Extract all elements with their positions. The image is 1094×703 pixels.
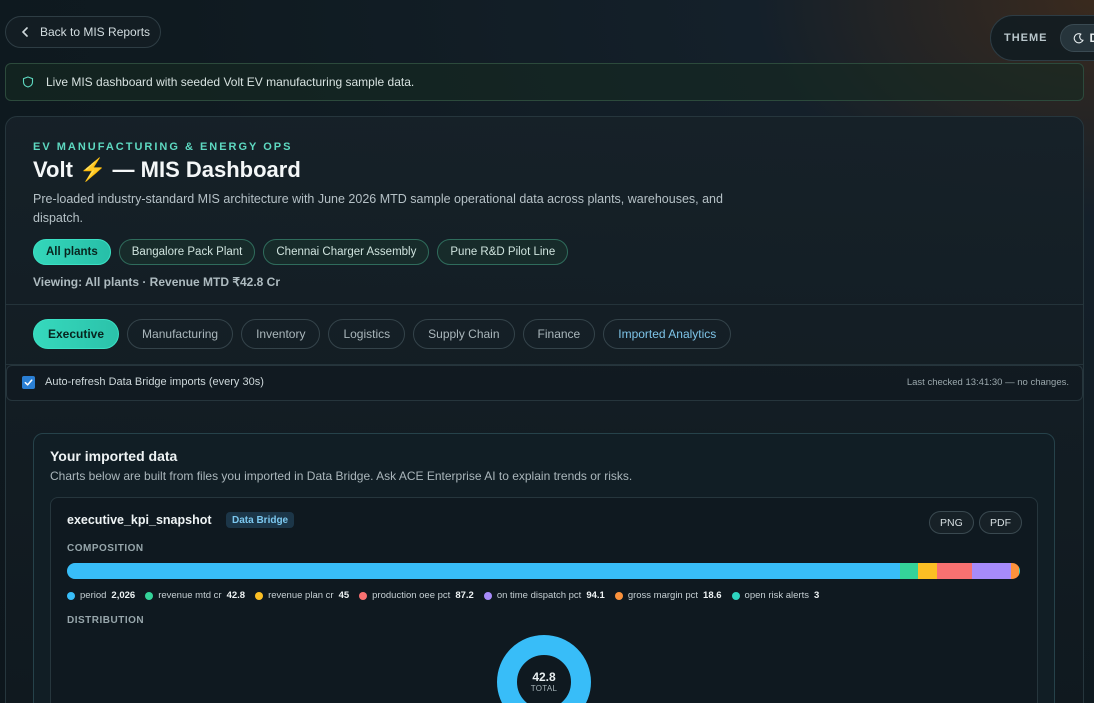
export-png-button[interactable]: PNG: [929, 511, 974, 534]
legend-label: gross margin pct: [627, 590, 699, 601]
theme-switcher: THEME D: [990, 15, 1094, 61]
legend-dot: [145, 591, 154, 600]
legend-value: 45: [338, 590, 350, 601]
composition-segment-revenue-plan-cr: [918, 563, 937, 579]
donut-center: 42.8 TOTAL: [495, 670, 593, 693]
industry-eyebrow: EV MANUFACTURING & ENERGY OPS: [33, 141, 293, 153]
composition-segment-period: [67, 563, 901, 579]
plant-filter-pune[interactable]: Pune R&D Pilot Line: [437, 239, 569, 265]
viewing-summary: Viewing: All plants · Revenue MTD ₹42.8 …: [33, 275, 281, 289]
legend-label: revenue mtd cr: [158, 590, 222, 601]
plant-filter-bangalore[interactable]: Bangalore Pack Plant: [118, 239, 256, 265]
plant-filter: All plants Bangalore Pack Plant Chennai …: [33, 239, 569, 265]
legend-label: revenue plan cr: [268, 590, 334, 601]
legend-label: production oee pct: [372, 590, 451, 601]
auto-refresh-label: Auto-refresh Data Bridge imports (every …: [45, 376, 264, 388]
tab-inventory[interactable]: Inventory: [241, 319, 321, 349]
page-subtitle: Pre-loaded industry-standard MIS archite…: [33, 192, 723, 225]
legend-value: 87.2: [455, 590, 474, 601]
legend-value: 94.1: [586, 590, 605, 601]
source-badge: Data Bridge: [226, 512, 295, 528]
tab-logistics[interactable]: Logistics: [328, 319, 406, 349]
distribution-label: DISTRIBUTION: [67, 615, 145, 626]
divider: [6, 304, 1083, 305]
legend-value: 2,026: [111, 590, 136, 601]
legend-value: 3: [813, 590, 820, 601]
theme-value: D: [1089, 31, 1094, 45]
composition-bar: [67, 563, 1020, 579]
export-pdf-button[interactable]: PDF: [979, 511, 1022, 534]
composition-label: COMPOSITION: [67, 543, 144, 554]
auto-refresh-checkbox[interactable]: [22, 376, 35, 389]
legend-dot: [483, 591, 492, 600]
composition-segment-production-oee-pct: [936, 563, 973, 579]
composition-segment-on-time-dispatch-pct: [972, 563, 1012, 579]
tab-executive[interactable]: Executive: [33, 319, 120, 349]
legend-label: open risk alerts: [744, 590, 809, 601]
legend-item-revenue-plan-cr: revenue plan cr 45: [255, 590, 349, 601]
tab-manufacturing[interactable]: Manufacturing: [127, 319, 234, 349]
legend-item-on-time-dispatch-pct: on time dispatch pct 94.1: [483, 590, 605, 601]
theme-toggle-button[interactable]: D: [1059, 24, 1094, 52]
legend-item-revenue-mtd-cr: revenue mtd cr 42.8: [145, 590, 245, 601]
legend-item-period: period 2,026: [67, 590, 135, 601]
legend-label: on time dispatch pct: [496, 590, 582, 601]
donut-total-value: 42.8: [532, 670, 556, 684]
legend-value: 18.6: [703, 590, 722, 601]
dataset-title: executive_kpi_snapshot: [67, 513, 212, 527]
live-data-banner: Live MIS dashboard with seeded Volt EV m…: [5, 63, 1084, 101]
legend-dot: [359, 591, 368, 600]
page-title: Volt ⚡ — MIS Dashboard: [33, 157, 301, 182]
imported-data-subtitle: Charts below are built from files you im…: [50, 469, 633, 483]
legend-dot: [614, 591, 623, 600]
legend-dot: [67, 591, 75, 600]
tab-finance[interactable]: Finance: [522, 319, 596, 349]
banner-text: Live MIS dashboard with seeded Volt EV m…: [46, 75, 415, 89]
back-to-mis-reports-button[interactable]: Back to MIS Reports: [5, 16, 161, 48]
legend-value: 42.8: [226, 590, 246, 601]
moon-icon: [1073, 32, 1084, 43]
imported-data-title: Your imported data: [50, 448, 178, 464]
composition-legend: period 2,026 revenue mtd cr 42.8 revenue pla…: [67, 590, 819, 601]
donut-total-label: TOTAL: [530, 684, 558, 693]
chevron-left-icon: [21, 27, 28, 37]
tab-imported-analytics[interactable]: Imported Analytics: [603, 319, 732, 349]
check-icon: [24, 379, 33, 386]
plant-filter-all[interactable]: All plants: [33, 239, 111, 265]
dashboard-tabs: Executive Manufacturing Inventory Logist…: [33, 319, 732, 349]
composition-segment-gross-margin-pct: [1011, 563, 1019, 579]
legend-label: period: [80, 590, 107, 601]
legend-item-gross-margin-pct: gross margin pct 18.6: [614, 590, 722, 601]
shield-icon: [22, 76, 34, 88]
composition-segment-revenue-mtd-cr: [900, 563, 918, 579]
legend-dot: [731, 591, 740, 600]
theme-label: THEME: [1004, 32, 1048, 44]
last-checked-status: Last checked 13:41:30 — no changes.: [906, 377, 1069, 388]
back-button-label: Back to MIS Reports: [40, 25, 151, 39]
plant-filter-chennai[interactable]: Chennai Charger Assembly: [263, 239, 430, 265]
legend-dot: [255, 591, 264, 600]
tab-supply-chain[interactable]: Supply Chain: [413, 319, 515, 349]
legend-item-production-oee-pct: production oee pct 87.2: [359, 590, 474, 601]
legend-item-open-risk-alerts: open risk alerts 3: [731, 590, 820, 601]
